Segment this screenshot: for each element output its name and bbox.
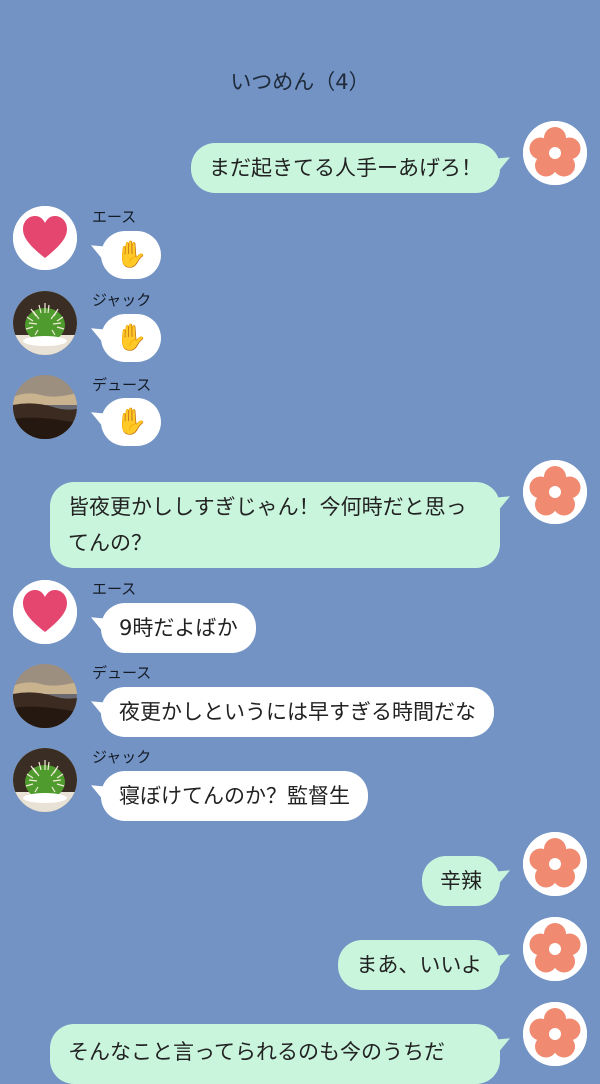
raised-hand-icon: ✋ <box>115 323 148 353</box>
message-text: まあ、いいよ <box>356 953 482 977</box>
message-text: 夜更かしというには早すぎる時間だな <box>119 700 476 724</box>
message-bubble[interactable]: ✋ <box>101 314 162 362</box>
message-bubble[interactable]: 辛辣 <box>422 856 500 906</box>
landscape-icon[interactable] <box>13 664 77 728</box>
flower-icon[interactable] <box>523 832 587 896</box>
message-text: まだ起きてる人手ーあげろ！ <box>209 156 482 180</box>
flower-icon[interactable] <box>523 460 587 524</box>
message-bubble[interactable]: まだ起きてる人手ーあげろ！ <box>191 143 500 193</box>
chat-title: いつめん（4） <box>230 70 370 94</box>
message-text: 寝ぼけてんのか？監督生 <box>119 784 350 808</box>
sender-name: ジャック <box>92 748 152 766</box>
message-text: 辛辣 <box>440 869 482 893</box>
flower-icon[interactable] <box>523 917 587 981</box>
message-bubble[interactable]: そんなこと言ってられるのも今のうちだ <box>50 1024 500 1084</box>
flower-icon[interactable] <box>523 1002 587 1066</box>
message-bubble[interactable]: 夜更かしというには早すぎる時間だな <box>101 687 494 737</box>
message-bubble[interactable]: ✋ <box>101 398 162 446</box>
flower-icon[interactable] <box>523 121 587 185</box>
heart-icon[interactable] <box>13 206 77 270</box>
sender-name: ジャック <box>92 291 152 309</box>
message-text: 皆夜更かししすぎじゃん！今何時だと思ってんの？ <box>68 495 467 555</box>
sender-name: エース <box>92 580 137 598</box>
raised-hand-icon: ✋ <box>115 407 148 437</box>
cactus-icon[interactable] <box>13 291 77 355</box>
message-text: 9時だよばか <box>119 616 238 640</box>
message-bubble[interactable]: ✋ <box>101 231 162 279</box>
cactus-icon[interactable] <box>13 748 77 812</box>
sender-name: デュース <box>92 376 152 394</box>
message-bubble[interactable]: 皆夜更かししすぎじゃん！今何時だと思ってんの？ <box>50 482 500 568</box>
message-bubble[interactable]: まあ、いいよ <box>338 940 500 990</box>
raised-hand-icon: ✋ <box>115 240 148 270</box>
heart-icon[interactable] <box>13 580 77 644</box>
sender-name: エース <box>92 208 137 226</box>
message-bubble[interactable]: 9時だよばか <box>101 603 256 653</box>
sender-name: デュース <box>92 664 152 682</box>
landscape-icon[interactable] <box>13 375 77 439</box>
message-bubble[interactable]: 寝ぼけてんのか？監督生 <box>101 771 368 821</box>
message-text: そんなこと言ってられるのも今のうちだ <box>68 1040 445 1064</box>
